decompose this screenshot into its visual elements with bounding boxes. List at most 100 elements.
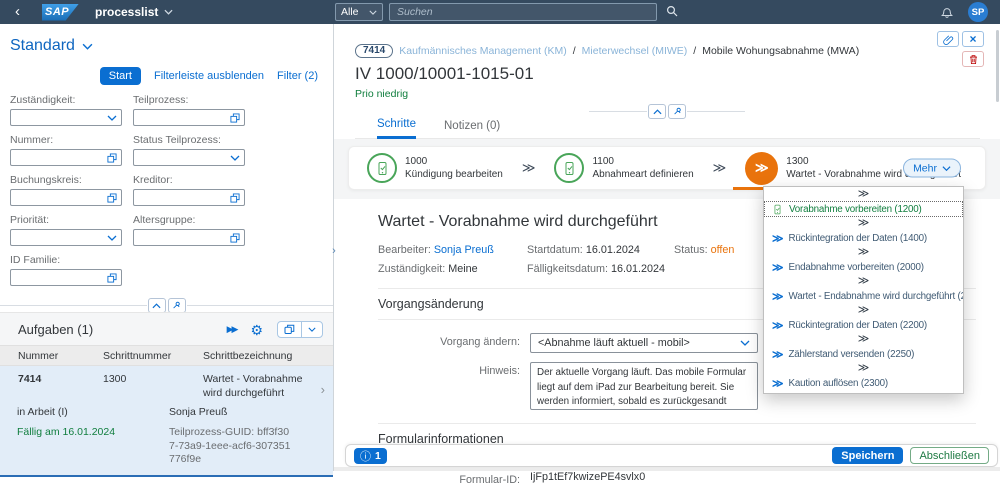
flow-node-1000[interactable]: 1000 Kündigung bearbeiten xyxy=(365,147,505,189)
search-input[interactable] xyxy=(389,3,657,21)
more-label: Mehr xyxy=(913,162,937,174)
breadcrumb-current: Mobile Wohungsabnahme (MWA) xyxy=(702,45,859,57)
value-help-icon xyxy=(230,193,240,203)
menu-item-vorabnahme-vorbereiten[interactable]: Vorabnahme vorbereiten (1200) xyxy=(764,201,963,217)
paperclip-icon xyxy=(943,34,954,45)
more-button[interactable]: Mehr xyxy=(903,159,961,178)
field-zustaendigkeit: Zuständigkeit: Meine xyxy=(378,263,527,275)
close-button[interactable] xyxy=(962,31,984,47)
page-title: IV 1000/10001-1015-01 xyxy=(355,64,980,84)
tasks-table-header: Nummer Schrittnummer Schrittbezeichnung xyxy=(0,345,333,366)
menu-item-kaution-aufloesen[interactable]: Kaution auflösen (2300) xyxy=(764,375,963,391)
waiting-chevrons-icon xyxy=(745,152,778,185)
avatar[interactable]: SP xyxy=(968,2,988,22)
search-scope-select[interactable]: Alle xyxy=(335,3,383,21)
info-icon xyxy=(360,448,371,464)
messages-button[interactable]: 1 xyxy=(354,448,387,464)
menu-item-wartet-endabnahme[interactable]: Wartet - Endabnahme wird durchgeführt (2… xyxy=(764,288,963,304)
collapse-button[interactable] xyxy=(148,298,166,313)
chevrons-separator-icon xyxy=(764,304,963,317)
breadcrumb-link[interactable]: Kaufmännisches Management (KM) xyxy=(399,45,567,57)
app-title[interactable]: processlist xyxy=(95,5,173,19)
back-icon[interactable] xyxy=(15,1,20,23)
sap-logo: SAP xyxy=(42,4,79,21)
menu-item-label: Vorabnahme vorbereiten (1200) xyxy=(789,204,922,215)
vorgang-select[interactable]: <Abnahme läuft aktuell - mobil> xyxy=(530,333,758,353)
search-scope-value: Alle xyxy=(341,6,359,18)
value-help-icon xyxy=(230,233,240,243)
chevrons-icon xyxy=(772,232,783,245)
menu-item-endabnahme-vorbereiten[interactable]: Endabnahme vorbereiten (2000) xyxy=(764,259,963,275)
app-title-label: processlist xyxy=(95,5,158,19)
attachment-button[interactable] xyxy=(937,31,959,47)
mobile-form-icon xyxy=(367,153,397,183)
variant-selector[interactable]: Standard xyxy=(0,24,333,55)
chevron-down-icon xyxy=(230,155,240,161)
multi-forward-icon[interactable] xyxy=(227,324,237,335)
settings-gear-icon[interactable] xyxy=(250,323,263,337)
value-help-icon xyxy=(107,273,117,283)
menu-item-label: Endabnahme vorbereiten (2000) xyxy=(789,262,924,273)
nummer-input[interactable] xyxy=(10,149,122,166)
complete-button[interactable]: Abschließen xyxy=(910,447,989,464)
search-icon[interactable] xyxy=(666,5,679,18)
divider xyxy=(187,305,334,306)
filterbar-actions: Start Filterleiste ausblenden Filter (2) xyxy=(0,55,333,85)
chevron-up-icon xyxy=(653,109,662,115)
teilprozess-input[interactable] xyxy=(133,109,245,126)
field-label: Teilprozess: xyxy=(133,94,245,106)
hide-filterbar-button[interactable]: Filterleiste ausblenden xyxy=(154,70,264,82)
task-schrittnummer: 1300 xyxy=(103,372,203,400)
messages-count: 1 xyxy=(375,450,381,462)
status-teilprozess-select[interactable] xyxy=(133,149,245,166)
hinweis-textarea[interactable]: Der aktuelle Vorgang läuft. Das mobile F… xyxy=(530,362,758,410)
copy-icon[interactable] xyxy=(278,322,301,337)
person-link[interactable]: Sonja Preuß xyxy=(434,244,494,256)
pin-button[interactable] xyxy=(168,298,186,313)
col-nummer: Nummer xyxy=(18,350,103,362)
task-status: in Arbeit (I) xyxy=(17,406,169,420)
zustaendigkeit-select[interactable] xyxy=(10,109,122,126)
object-header: 7414 Kaufmännisches Management (KM) Miet… xyxy=(334,24,1000,139)
node-number: 1000 xyxy=(405,155,503,169)
delete-button[interactable] xyxy=(962,51,984,67)
tab-notizen[interactable]: Notizen (0) xyxy=(444,120,500,138)
prioritaet-select[interactable] xyxy=(10,229,122,246)
task-due-date: Fällig am 16.01.2024 xyxy=(17,426,169,467)
altersgruppe-input[interactable] xyxy=(133,229,245,246)
table-row[interactable]: 7414 1300 Wartet - Vorabnahme wird durch… xyxy=(0,366,333,477)
header-collapse-button[interactable] xyxy=(648,104,666,119)
id-familie-input[interactable] xyxy=(10,269,122,286)
save-button[interactable]: Speichern xyxy=(832,447,903,464)
chevrons-icon xyxy=(772,261,783,274)
footer-bar: 1 Speichern Abschließen xyxy=(345,444,998,467)
chevron-down-icon[interactable] xyxy=(301,322,322,337)
field-label: Zuständigkeit: xyxy=(10,94,122,106)
filter-field-status-teilprozess: Status Teilprozess: xyxy=(133,126,245,166)
value-help-icon xyxy=(107,193,117,203)
filter-field-id-familie: ID Familie: xyxy=(10,246,122,286)
header-collapse-row xyxy=(589,104,745,119)
menu-item-zaehlerstand-versenden[interactable]: Zählerstand versenden (2250) xyxy=(764,346,963,362)
flow-node-1100[interactable]: 1100 Abnahmeart definieren xyxy=(552,147,695,189)
start-button[interactable]: Start xyxy=(100,67,141,85)
notifications-bell-icon[interactable] xyxy=(940,5,954,19)
header-pin-button[interactable] xyxy=(668,104,686,119)
splitter-handle-icon[interactable] xyxy=(329,244,339,258)
task-person: Sonja Preuß xyxy=(169,406,321,420)
buchungskreis-input[interactable] xyxy=(10,189,122,206)
filters-button[interactable]: Filter (2) xyxy=(277,70,318,82)
menu-item-rueckintegration-1400[interactable]: Rückintegration der Daten (1400) xyxy=(764,230,963,246)
kreditor-input[interactable] xyxy=(133,189,245,206)
chevrons-separator-icon xyxy=(764,246,963,259)
chevrons-separator-icon xyxy=(764,333,963,346)
menu-item-label: Rückintegration der Daten (1400) xyxy=(789,233,927,244)
tab-schritte[interactable]: Schritte xyxy=(377,118,416,139)
tasks-title: Aufgaben (1) xyxy=(18,322,213,337)
vorgang-label: Vorgang ändern: xyxy=(378,333,520,353)
menu-item-label: Rückintegration der Daten (2200) xyxy=(789,320,927,331)
breadcrumb-link[interactable]: Mieterwechsel (MIWE) xyxy=(582,45,688,57)
menu-item-rueckintegration-2200[interactable]: Rückintegration der Daten (2200) xyxy=(764,317,963,333)
chevron-down-icon xyxy=(107,235,117,241)
filter-panel: Standard Start Filterleiste ausblenden F… xyxy=(0,24,333,471)
